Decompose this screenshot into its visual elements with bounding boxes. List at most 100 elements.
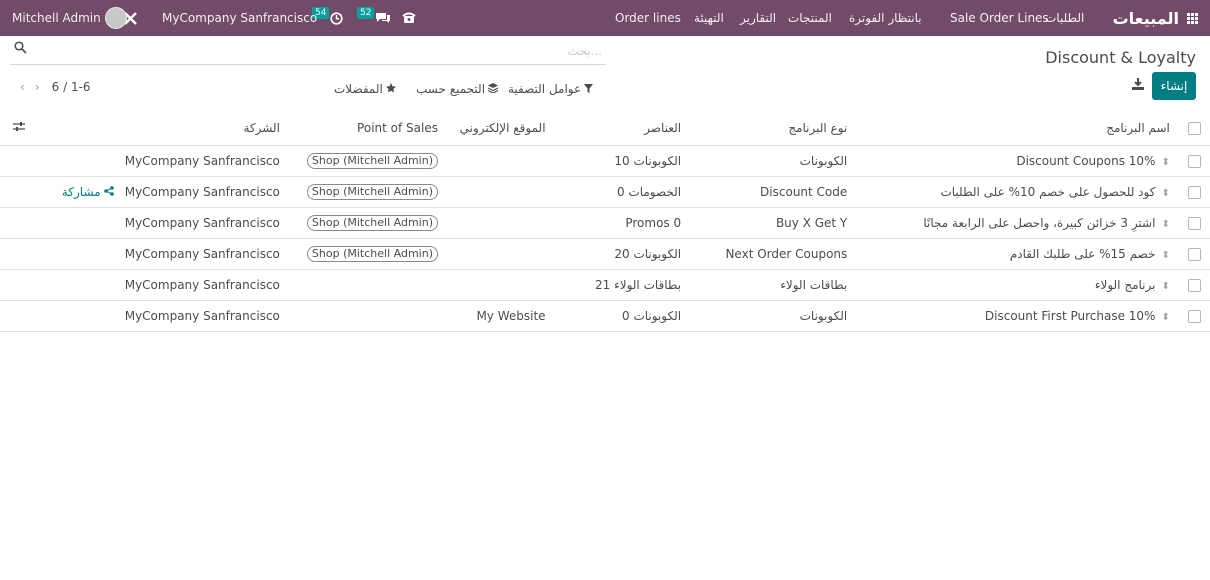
pos-tag: Shop (Mitchell Admin) xyxy=(306,153,438,169)
cell-company: MyCompany Sanfrancisco xyxy=(120,176,290,208)
pos-tag: Shop (Mitchell Admin) xyxy=(306,215,438,231)
filters-menu[interactable]: عوامل التصفية xyxy=(508,80,594,98)
cell-website: My Website xyxy=(437,300,556,332)
select-all-checkbox[interactable] xyxy=(1188,122,1202,135)
menu-products[interactable]: المنتجات xyxy=(788,0,832,36)
menu-order-lines[interactable]: Order lines xyxy=(615,0,681,36)
row-checkbox[interactable] xyxy=(1188,217,1202,230)
company-switcher[interactable]: MyCompany Sanfrancisco xyxy=(162,0,317,36)
cell-program-name: Discount Coupons 10% xyxy=(1016,154,1156,168)
messages-button[interactable]: 52 xyxy=(357,0,391,36)
pager: ‹ › 1-6 / 6 xyxy=(20,80,91,94)
cell-company: MyCompany Sanfrancisco xyxy=(120,269,290,301)
create-button[interactable]: إنشاء xyxy=(1152,72,1196,100)
star-icon xyxy=(385,82,396,96)
cell-program-type: بطاقات الولاء xyxy=(691,269,858,301)
drag-handle-icon[interactable]: ⬍ xyxy=(1161,157,1169,168)
cell-items: 0 الخصومات xyxy=(555,176,692,208)
column-items[interactable]: العناصر xyxy=(555,111,692,146)
cell-website xyxy=(437,207,556,239)
user-menu[interactable]: Mitchell Admin xyxy=(12,0,127,36)
column-program-type[interactable]: نوع البرنامج xyxy=(691,111,858,146)
table-row[interactable]: MyCompany Sanfrancisco Shop (Mitchell Ad… xyxy=(0,207,1210,239)
group-by-label: التجميع حسب xyxy=(416,82,486,96)
menu-to-invoice[interactable]: بانتظار الفوترة xyxy=(849,0,922,36)
cell-items: 0 الكوبونات xyxy=(555,300,692,332)
optional-columns-toggle[interactable] xyxy=(0,111,38,146)
cell-program-type: الكوبونات xyxy=(691,300,858,332)
drag-handle-icon[interactable]: ⬍ xyxy=(1161,250,1169,261)
sliders-icon xyxy=(12,122,25,131)
row-checkbox[interactable] xyxy=(1188,186,1202,199)
apps-grid-icon[interactable] xyxy=(1187,12,1198,24)
column-website[interactable]: الموقع الإلكتروني xyxy=(437,111,556,146)
cell-company: MyCompany Sanfrancisco xyxy=(120,300,290,332)
drag-handle-icon[interactable]: ⬍ xyxy=(1161,312,1169,323)
search-input[interactable]: بحث... xyxy=(568,44,602,58)
search-bar[interactable]: بحث... xyxy=(10,38,606,65)
page-title: Discount & Loyalty xyxy=(1045,48,1196,67)
table-row[interactable]: MyCompany Sanfrancisco My Website 0 الكو… xyxy=(0,300,1210,332)
download-icon[interactable] xyxy=(1132,78,1144,93)
row-checkbox[interactable] xyxy=(1188,310,1202,323)
clock-icon xyxy=(330,11,344,25)
chevron-right-icon[interactable]: › xyxy=(35,80,40,94)
table-row[interactable]: MyCompany Sanfrancisco 21 بطاقات الولاء … xyxy=(0,269,1210,301)
column-point-of-sales[interactable]: Point of Sales xyxy=(289,111,438,146)
group-by-menu[interactable]: التجميع حسب xyxy=(416,80,499,98)
cell-company: MyCompany Sanfrancisco xyxy=(120,207,290,239)
user-name: Mitchell Admin xyxy=(12,11,101,25)
row-checkbox[interactable] xyxy=(1188,279,1202,292)
search-icon[interactable] xyxy=(14,41,27,57)
cell-website xyxy=(437,238,556,270)
table-header-row: الشركة Point of Sales الموقع الإلكتروني … xyxy=(0,111,1210,146)
cell-program-name: برنامج الولاء xyxy=(1094,278,1156,292)
row-checkbox[interactable] xyxy=(1188,155,1202,168)
share-button[interactable]: مشاركة xyxy=(62,185,115,199)
favorites-menu[interactable]: المفضلات xyxy=(334,80,396,98)
share-icon xyxy=(104,186,115,196)
cell-company: MyCompany Sanfrancisco xyxy=(120,238,290,270)
funnel-icon xyxy=(584,82,594,96)
menu-sale-order-lines[interactable]: Sale Order Lines xyxy=(950,0,1049,36)
column-program-name[interactable]: اسم البرنامج xyxy=(857,111,1180,146)
menu-reporting[interactable]: التقارير xyxy=(740,0,776,36)
cell-items: 10 الكوبونات xyxy=(555,145,692,177)
menu-orders[interactable]: الطلبات xyxy=(1045,0,1084,36)
share-label: مشاركة xyxy=(61,185,101,199)
table-row[interactable]: MyCompany Sanfrancisco Shop (Mitchell Ad… xyxy=(0,238,1210,270)
drag-handle-icon[interactable]: ⬍ xyxy=(1161,281,1169,292)
app-brand[interactable]: المبيعات xyxy=(1113,0,1198,36)
cell-items: 20 الكوبونات xyxy=(555,238,692,270)
message-count-badge: 52 xyxy=(357,7,375,19)
chat-icon xyxy=(376,13,391,23)
cell-program-name: كود للحصول على خصم 10% على الطلبات xyxy=(940,185,1156,199)
favorites-label: المفضلات xyxy=(334,82,383,96)
table-row[interactable]: MyCompany Sanfrancisco Shop (Mitchell Ad… xyxy=(0,145,1210,177)
pos-tag: Shop (Mitchell Admin) xyxy=(306,184,438,200)
cell-program-type: Buy X Get Y xyxy=(691,207,858,239)
column-company[interactable]: الشركة xyxy=(120,111,290,146)
cell-website xyxy=(437,269,556,301)
cell-items: Promos 0 xyxy=(555,207,692,239)
cell-program-name: Discount First Purchase 10% xyxy=(984,309,1156,323)
user-avatar xyxy=(104,7,127,29)
row-checkbox[interactable] xyxy=(1188,248,1202,261)
cell-program-type: Discount Code xyxy=(691,176,858,208)
pager-value[interactable]: 1-6 / 6 xyxy=(52,80,91,94)
cell-website xyxy=(437,145,556,177)
filters-label: عوامل التصفية xyxy=(508,82,582,96)
cell-website xyxy=(437,176,556,208)
cell-program-type: Next Order Coupons xyxy=(691,238,858,270)
cell-program-name: اشترِ 3 خزائن كبيرة، واحصل على الرابعة م… xyxy=(923,216,1156,230)
cell-program-type: الكوبونات xyxy=(691,145,858,177)
cell-items: 21 بطاقات الولاء xyxy=(555,269,692,301)
drag-handle-icon[interactable]: ⬍ xyxy=(1161,188,1169,199)
menu-configuration[interactable]: التهيئة xyxy=(694,0,724,36)
cell-program-name: خصم 15% على طلبك القادم xyxy=(1009,247,1156,261)
table-row[interactable]: مشاركة MyCompany Sanfrancisco Shop (Mitc… xyxy=(0,176,1210,208)
phone-icon[interactable] xyxy=(402,0,416,36)
chevron-left-icon[interactable]: ‹ xyxy=(20,80,25,94)
drag-handle-icon[interactable]: ⬍ xyxy=(1161,219,1169,230)
cell-company: MyCompany Sanfrancisco xyxy=(120,145,290,177)
